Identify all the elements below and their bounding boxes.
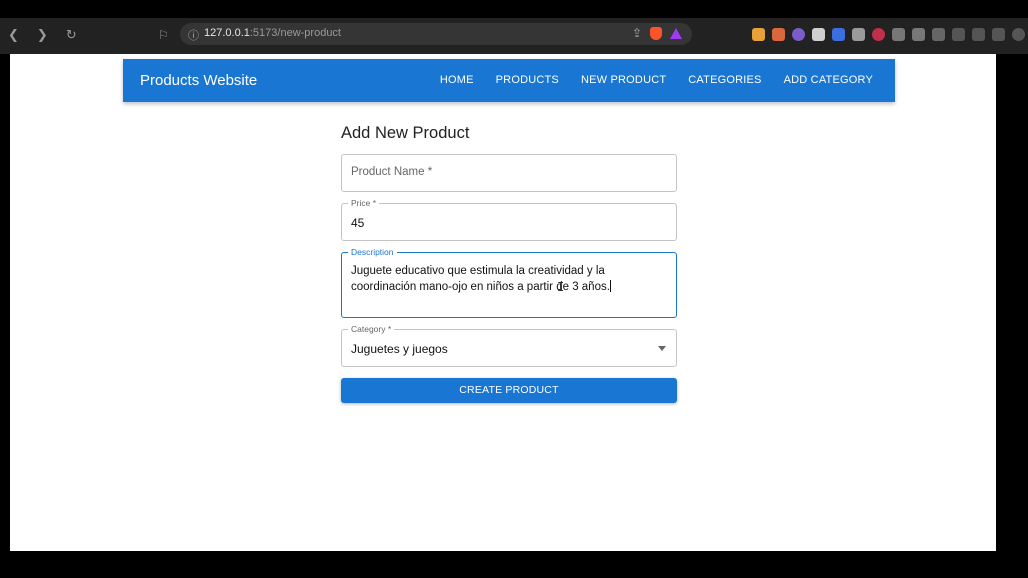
- page-viewport: Products Website HOME PRODUCTS NEW PRODU…: [10, 54, 996, 551]
- app-bar: Products Website HOME PRODUCTS NEW PRODU…: [123, 59, 895, 102]
- text-cursor-icon: I: [557, 280, 565, 294]
- address-bar[interactable]: ⓘ 127.0.0.1:5173/new-product ⇪: [180, 23, 692, 45]
- description-text[interactable]: Juguete educativo que estimula la creati…: [351, 263, 667, 295]
- product-name-field[interactable]: Product Name *: [341, 154, 677, 192]
- vue-devtools-icon[interactable]: [812, 28, 825, 41]
- browser-nav-buttons: ❮ ❯ ↻: [8, 28, 77, 43]
- browser-toolbar: ❮ ❯ ↻ ⚐ ⓘ 127.0.0.1:5173/new-product ⇪: [0, 18, 1028, 54]
- price-value: 45: [351, 216, 365, 230]
- nav-products[interactable]: PRODUCTS: [496, 74, 559, 86]
- vpn-icon[interactable]: [1012, 28, 1025, 41]
- sidebar-icon[interactable]: [952, 28, 965, 41]
- nav-categories[interactable]: CATEGORIES: [688, 74, 761, 86]
- description-field[interactable]: Description Juguete educativo que estimu…: [341, 247, 677, 318]
- extension-icon[interactable]: [772, 28, 785, 41]
- extension-icon[interactable]: [832, 28, 845, 41]
- letterbox-bottom: [0, 551, 1028, 578]
- extension-icon[interactable]: [852, 28, 865, 41]
- price-label: Price *: [348, 198, 380, 208]
- back-icon[interactable]: ❮: [8, 28, 19, 43]
- reload-icon[interactable]: ↻: [66, 28, 77, 43]
- create-product-button[interactable]: CREATE PRODUCT: [341, 378, 677, 403]
- star-icon[interactable]: [992, 28, 1005, 41]
- nav-home[interactable]: HOME: [440, 74, 474, 86]
- brand-title[interactable]: Products Website: [140, 72, 257, 89]
- bookmark-icon[interactable]: ⚐: [158, 28, 169, 42]
- extensions-bar: [752, 28, 1025, 41]
- forward-icon[interactable]: ❯: [37, 28, 48, 43]
- page-title: Add New Product: [341, 124, 470, 142]
- chevron-down-icon[interactable]: [658, 346, 666, 351]
- price-field[interactable]: Price * 45: [341, 198, 677, 241]
- brave-shields-icon[interactable]: [650, 27, 662, 40]
- extension-icon[interactable]: [892, 28, 905, 41]
- nav-add-category[interactable]: ADD CATEGORY: [784, 74, 873, 86]
- category-select[interactable]: Category * Juguetes y juegos: [341, 324, 677, 367]
- description-label: Description: [348, 247, 397, 257]
- new-product-form: Add New Product Product Name * Price * 4…: [341, 124, 677, 403]
- extension-icon[interactable]: [872, 28, 885, 41]
- share-icon[interactable]: ⇪: [632, 26, 642, 40]
- product-name-placeholder: Product Name *: [351, 166, 433, 178]
- brave-rewards-icon[interactable]: [670, 28, 682, 39]
- category-value: Juguetes y juegos: [351, 342, 448, 356]
- site-info-icon[interactable]: ⓘ: [188, 27, 199, 43]
- url-text[interactable]: 127.0.0.1:5173/new-product: [204, 27, 341, 39]
- extension-icon[interactable]: [912, 28, 925, 41]
- wallet-icon[interactable]: [972, 28, 985, 41]
- extension-icon[interactable]: [792, 28, 805, 41]
- nav-new-product[interactable]: NEW PRODUCT: [581, 74, 666, 86]
- category-label: Category *: [348, 324, 395, 334]
- text-caret: [609, 280, 611, 292]
- extensions-menu-icon[interactable]: [932, 28, 945, 41]
- extension-icon[interactable]: [752, 28, 765, 41]
- top-nav: HOME PRODUCTS NEW PRODUCT CATEGORIES ADD…: [440, 74, 873, 86]
